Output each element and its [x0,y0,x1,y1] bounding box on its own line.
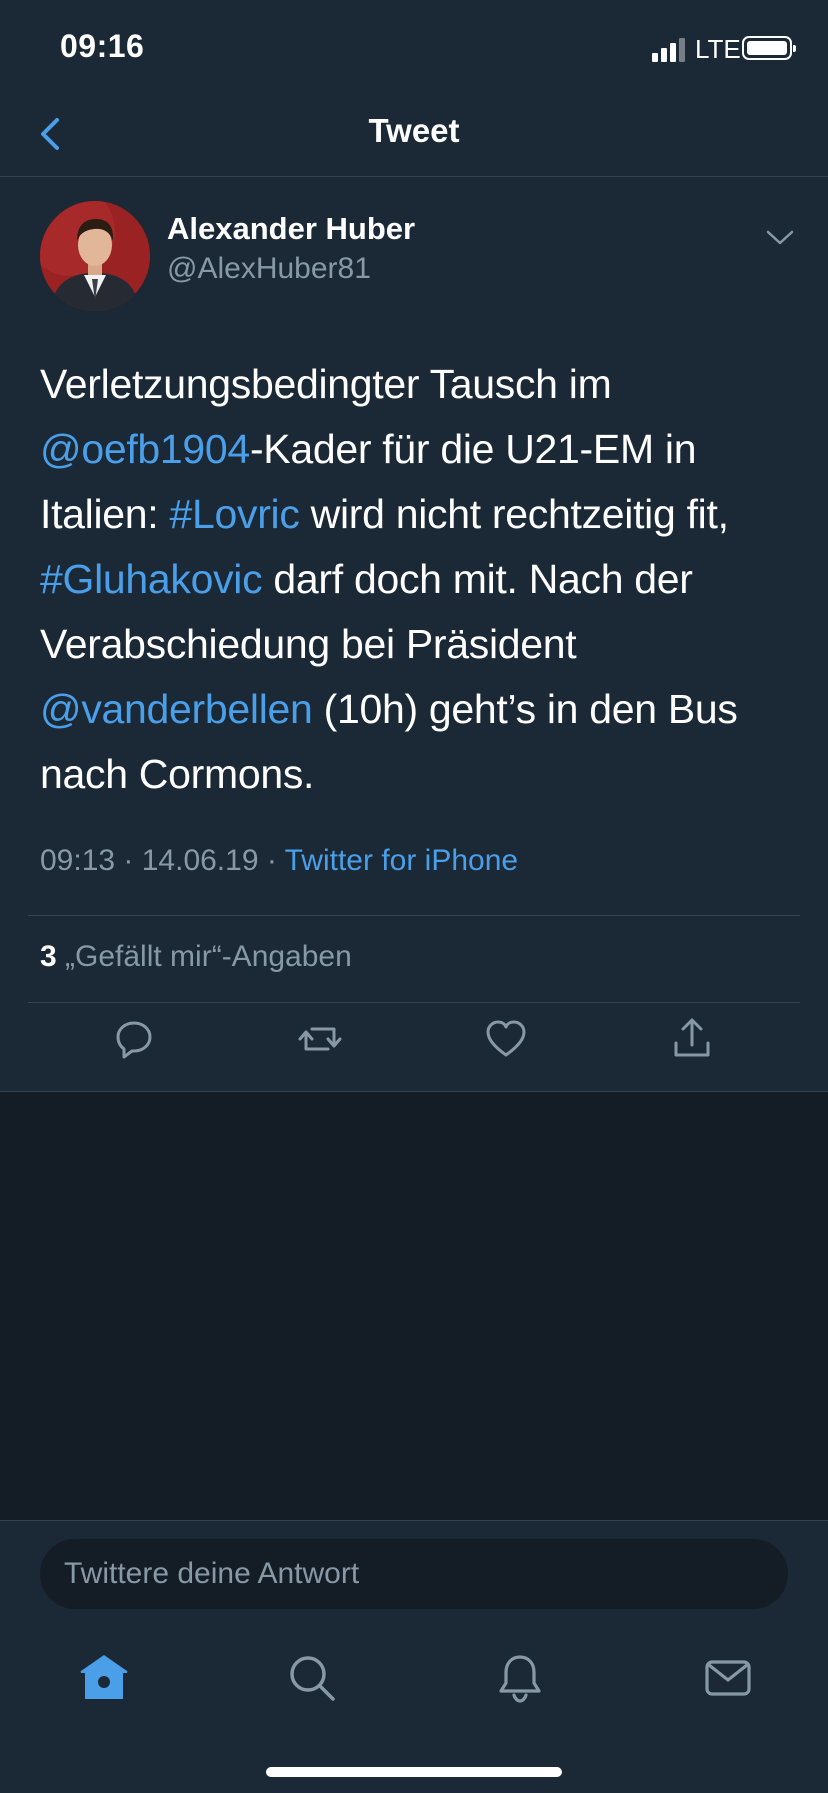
tweet-timestamp: 09:13 · 14.06.19 · [40,844,285,877]
tweet-text-segment: wird nicht rechtzeitig fit, [299,491,729,537]
status-time: 09:16 [60,28,145,64]
reply-input[interactable] [40,1539,788,1609]
page-title: Tweet [368,112,460,149]
tweet-detail: Alexander Huber @AlexHuber81 Verletzungs… [0,177,828,1092]
divider [28,915,800,916]
tweet-link[interactable]: #Lovric [170,491,300,537]
notifications-icon[interactable] [493,1651,547,1705]
chevron-down-icon[interactable] [762,225,798,249]
signal-icon [652,38,686,62]
divider [28,1002,800,1003]
like-icon[interactable] [482,1015,530,1063]
likes-label: „Gefällt mir“-Angaben [56,940,352,973]
likes-summary[interactable]: 3 „Gefällt mir“-Angaben [40,940,352,974]
network-label: LTE [695,34,741,64]
bottom-bar [0,1520,828,1793]
home-icon[interactable] [77,1651,131,1705]
share-icon[interactable] [668,1015,716,1063]
nav-bar: Tweet [0,100,828,177]
author-name[interactable]: Alexander Huber [167,211,415,247]
likes-count: 3 [40,940,57,973]
reply-icon[interactable] [110,1015,158,1063]
search-icon[interactable] [285,1651,339,1705]
tweet-meta: 09:13 · 14.06.19 · Twitter for iPhone [40,844,518,878]
tweet-text: Verletzungsbedingter Tausch im @oefb1904… [40,352,800,807]
status-bar: 09:16 LTE [0,0,828,100]
messages-icon[interactable] [701,1651,755,1705]
tweet-text-segment: Verletzungsbedingter Tausch im [40,361,612,407]
tweet-link[interactable]: @oefb1904 [40,426,250,472]
retweet-icon[interactable] [296,1015,344,1063]
avatar[interactable] [40,201,150,311]
tweet-link[interactable]: #Gluhakovic [40,556,263,602]
tweet-source-link[interactable]: Twitter for iPhone [285,844,518,877]
home-indicator [266,1767,562,1777]
author-handle[interactable]: @AlexHuber81 [167,252,371,286]
tweet-link[interactable]: @vanderbellen [40,686,313,732]
battery-icon [742,36,796,60]
